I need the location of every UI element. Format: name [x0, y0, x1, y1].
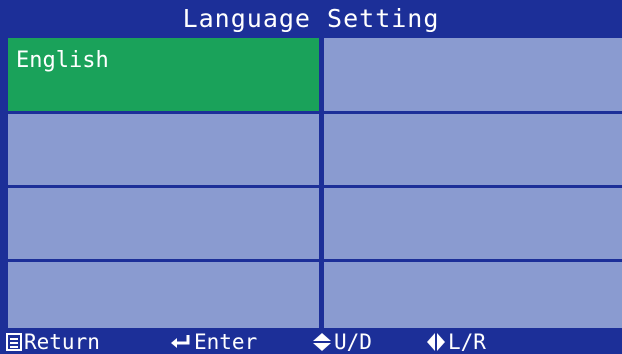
language-option-5[interactable] — [8, 188, 319, 259]
return-label: Return — [24, 330, 100, 354]
up-down-arrows-icon — [312, 332, 332, 352]
language-option-4[interactable] — [324, 114, 622, 185]
key-hint-bar: Return Enter U/D L/R — [0, 330, 622, 354]
up-down-hint[interactable]: U/D — [312, 330, 372, 354]
left-right-hint[interactable]: L/R — [426, 330, 486, 354]
language-option-6[interactable] — [324, 188, 622, 259]
language-setting-screen: Language Setting English Return Enter U/… — [0, 0, 622, 354]
language-option-1[interactable]: English — [8, 38, 319, 111]
enter-label: Enter — [194, 330, 258, 354]
enter-icon — [170, 333, 192, 351]
language-option-3[interactable] — [8, 114, 319, 185]
enter-hint[interactable]: Enter — [170, 330, 257, 354]
language-option-8[interactable] — [324, 262, 622, 328]
left-right-label: L/R — [448, 330, 486, 354]
return-icon — [6, 332, 22, 352]
up-down-label: U/D — [334, 330, 372, 354]
language-option-2[interactable] — [324, 38, 622, 111]
page-title: Language Setting — [182, 3, 440, 33]
return-hint[interactable]: Return — [6, 330, 100, 354]
language-option-7[interactable] — [8, 262, 319, 328]
language-grid: English — [8, 38, 622, 328]
left-right-arrows-icon — [426, 332, 446, 352]
